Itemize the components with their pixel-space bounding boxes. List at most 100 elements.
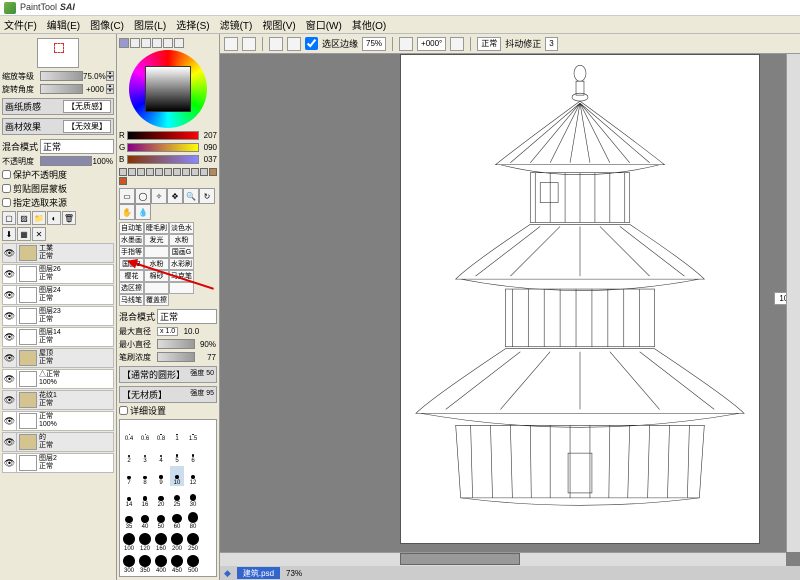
menu-window[interactable]: 窗口(W)	[306, 17, 342, 32]
brush-size-cell[interactable]: 12	[186, 466, 200, 486]
angle-field[interactable]: +000°	[417, 37, 446, 51]
visibility-icon[interactable]: 👁	[3, 454, 17, 472]
brush-size-cell[interactable]: 0.8	[154, 422, 168, 442]
brush-preset[interactable]	[144, 282, 169, 294]
layer-item[interactable]: 👁图层26正常	[2, 264, 114, 284]
menu-other[interactable]: 其他(O)	[352, 17, 386, 32]
paper-effect-row[interactable]: 画材效果 【无效果】	[2, 118, 114, 135]
brush-size-cell[interactable]: 200	[170, 532, 184, 552]
brush-size-cell[interactable]: 7	[122, 466, 136, 486]
visibility-icon[interactable]: 👁	[3, 265, 17, 283]
color-wheel[interactable]	[129, 50, 207, 128]
brush-size-cell[interactable]: 400	[154, 554, 168, 574]
v-scrollbar[interactable]	[786, 54, 800, 552]
paper-texture-row[interactable]: 画纸质感 【无质感】	[2, 98, 114, 115]
brush-size-cell[interactable]: 25	[170, 488, 184, 508]
layer-item[interactable]: 👁工業正常	[2, 243, 114, 263]
brush-preset[interactable]: 樱花	[119, 270, 144, 282]
detail-checkbox[interactable]: 详细设置	[119, 404, 217, 417]
invert-button[interactable]	[287, 37, 301, 51]
color-tab-4[interactable]	[152, 38, 162, 48]
new-folder-button[interactable]: 📁	[32, 211, 46, 225]
layer-item[interactable]: 👁图层23正常	[2, 306, 114, 326]
zoom-tool[interactable]: 🔍	[183, 188, 199, 204]
visibility-icon[interactable]: 👁	[3, 307, 17, 325]
brush-size-cell[interactable]: 120	[138, 532, 152, 552]
menu-filter[interactable]: 滤镜(T)	[220, 17, 253, 32]
brush-size-cell[interactable]: 60	[170, 510, 184, 530]
file-tab[interactable]: 建筑.psd	[237, 567, 280, 579]
brush-size-cell[interactable]: 8	[138, 466, 152, 486]
swatches[interactable]	[119, 168, 217, 185]
brush-size-cell[interactable]: 16	[138, 488, 152, 508]
brush-size-cell[interactable]: 250	[186, 532, 200, 552]
menu-select[interactable]: 选择(S)	[176, 17, 209, 32]
flatten-button[interactable]: ▦	[17, 227, 31, 241]
brush-size-cell[interactable]: 350	[138, 554, 152, 574]
menu-view[interactable]: 视图(V)	[262, 17, 295, 32]
brush-preset[interactable]: 自动笔	[119, 222, 144, 234]
brush-size-cell[interactable]: 14	[122, 488, 136, 508]
brush-size-cell[interactable]: 100	[122, 532, 136, 552]
min-size-slider[interactable]: 最小直径 90%	[119, 338, 217, 350]
brush-size-cell[interactable]: 5	[170, 444, 184, 464]
layer-item[interactable]: 👁图层14正常	[2, 327, 114, 347]
menu-file[interactable]: 文件(F)	[4, 17, 37, 32]
brush-size-cell[interactable]: 1.5	[186, 422, 200, 442]
select-source-checkbox[interactable]: 指定选取来源	[2, 196, 114, 209]
color-tab-3[interactable]	[141, 38, 151, 48]
brush-preset[interactable]: 水墨画	[119, 234, 144, 246]
layer-item[interactable]: 👁图层2正常	[2, 453, 114, 473]
delete-layer-button[interactable]: 🗑	[62, 211, 76, 225]
brush-size-cell[interactable]: 0.4	[122, 422, 136, 442]
visibility-icon[interactable]: 👁	[3, 412, 17, 430]
new-vector-layer-button[interactable]: ▨	[17, 211, 31, 225]
visibility-icon[interactable]: 👁	[3, 244, 17, 262]
brush-size-cell[interactable]: 30	[186, 488, 200, 508]
zoom-slider[interactable]: 缩放等级 75.0% ▴▾	[2, 70, 114, 82]
brush-preset[interactable]: 国画G	[169, 246, 194, 258]
brush-size-cell[interactable]: 20	[154, 488, 168, 508]
brush-size-cell[interactable]: 160	[154, 532, 168, 552]
move-tool[interactable]: ✥	[167, 188, 183, 204]
brush-blend-row[interactable]: 混合模式 正常	[119, 309, 217, 324]
stabilizer-value[interactable]: 3	[545, 37, 557, 51]
rotate-slider[interactable]: 旋转角度 +000 ▴▾	[2, 83, 114, 95]
layer-item[interactable]: 👁△正常100%	[2, 369, 114, 389]
visibility-icon[interactable]: 👁	[3, 391, 17, 409]
sel-edge-checkbox[interactable]	[305, 37, 318, 50]
protect-alpha-checkbox[interactable]: 保护不透明度	[2, 168, 114, 181]
canvas[interactable]	[400, 54, 760, 544]
canvas-mode[interactable]: 正常	[477, 37, 501, 51]
menu-edit[interactable]: 编辑(E)	[47, 17, 80, 32]
hand-tool[interactable]: ✋	[119, 204, 135, 220]
brush-size-cell[interactable]: 500	[186, 554, 200, 574]
color-tab-1[interactable]	[119, 38, 129, 48]
brush-preset[interactable]	[144, 246, 169, 258]
brush-preset[interactable]	[169, 282, 194, 294]
layer-item[interactable]: 👁正常100%	[2, 411, 114, 431]
brush-size-cell[interactable]: 10	[170, 466, 184, 486]
color-tab-2[interactable]	[130, 38, 140, 48]
brush-preset[interactable]: 覆盖擦	[144, 294, 169, 306]
redo-button[interactable]	[242, 37, 256, 51]
brush-shape-row[interactable]: 【通常的圆形】 强度 50	[119, 366, 217, 383]
layer-item[interactable]: 👁的正常	[2, 432, 114, 452]
layer-item[interactable]: 👁花纹1正常	[2, 390, 114, 410]
brush-size-cell[interactable]: 40	[138, 510, 152, 530]
brush-size-cell[interactable]: 35	[122, 510, 136, 530]
h-scrollbar[interactable]	[220, 552, 786, 566]
brush-size-cell[interactable]: 300	[122, 554, 136, 574]
flip-h-button[interactable]	[399, 37, 413, 51]
visibility-icon[interactable]: 👁	[3, 370, 17, 388]
eyedropper-tool[interactable]: 💧	[135, 204, 151, 220]
visibility-icon[interactable]: 👁	[3, 433, 17, 451]
opacity-slider[interactable]: 不透明度 100%	[2, 155, 114, 167]
brush-preset[interactable]: 马线笔	[119, 294, 144, 306]
brush-preset[interactable]: 淡色水	[169, 222, 194, 234]
blend-mode-row[interactable]: 混合模式 正常	[2, 139, 114, 154]
clip-mask-checkbox[interactable]: 剪贴图层蒙板	[2, 182, 114, 195]
visibility-icon[interactable]: 👁	[3, 286, 17, 304]
navigator-thumbnail[interactable]	[37, 38, 79, 68]
brush-size-cell[interactable]: 1	[170, 422, 184, 442]
